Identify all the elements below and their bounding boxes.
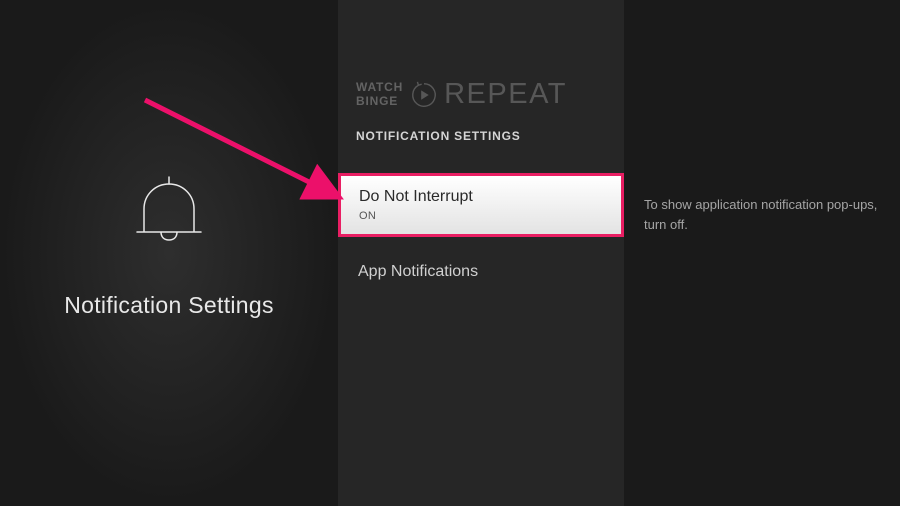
section-header: NOTIFICATION SETTINGS: [356, 129, 624, 143]
watermark-line1: WATCH: [356, 81, 403, 95]
menu-item-status: ON: [359, 210, 603, 222]
left-panel: Notification Settings: [0, 0, 338, 506]
menu-item-title: Do Not Interrupt: [359, 188, 603, 206]
bell-icon: [109, 147, 229, 267]
watermark-right: REPEAT: [444, 78, 567, 111]
right-panel: To show application notification pop-ups…: [624, 0, 900, 506]
middle-panel: WATCH BINGE REPEAT NOTIFICATION SETTINGS…: [338, 0, 624, 506]
watermark-logo: WATCH BINGE REPEAT: [356, 78, 624, 111]
repeat-play-icon: [409, 80, 439, 110]
menu-item-do-not-interrupt[interactable]: Do Not Interrupt ON: [338, 173, 624, 237]
watermark-line2: BINGE: [356, 95, 403, 109]
menu-item-app-notifications[interactable]: App Notifications: [338, 249, 624, 295]
help-text: To show application notification pop-ups…: [644, 195, 880, 234]
page-title: Notification Settings: [64, 292, 274, 319]
menu-item-title: App Notifications: [358, 263, 604, 281]
